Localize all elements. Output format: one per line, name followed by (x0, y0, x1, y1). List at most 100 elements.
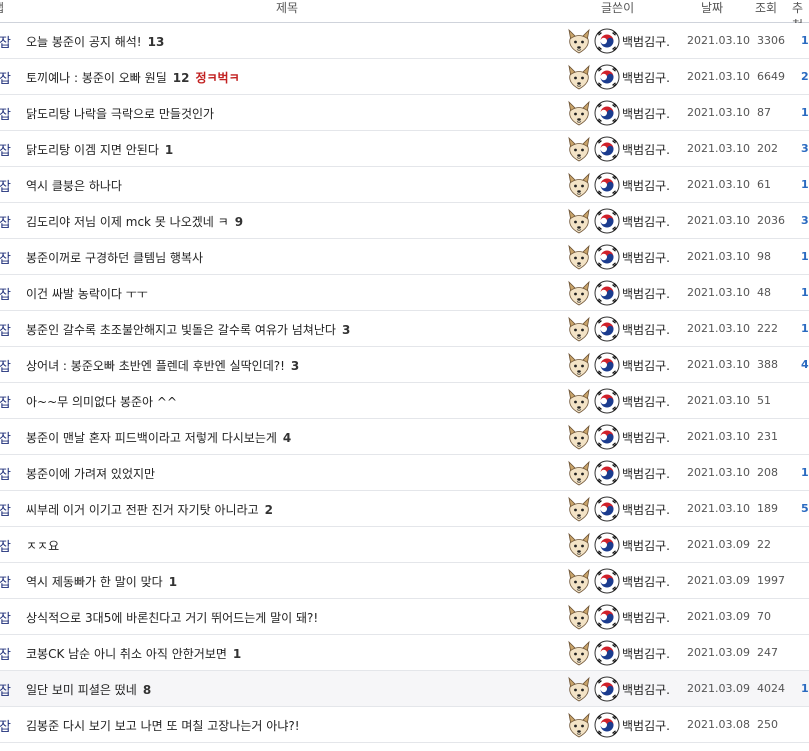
category-label[interactable]: 잡 (0, 572, 11, 591)
comment-count[interactable]: 12 (173, 71, 190, 85)
category-label[interactable]: 잡 (0, 212, 11, 231)
post-title-text[interactable]: 봉준이에 가려져 있었지만 (26, 467, 155, 481)
post-title-link[interactable]: 역시 클붕은 하나다 (26, 177, 122, 194)
post-title-text[interactable]: 오늘 봉준이 공지 해석! (26, 35, 142, 49)
category-label[interactable]: 잡 (0, 356, 11, 375)
dog-face-icon[interactable] (566, 28, 592, 54)
korea-flag-icon[interactable] (594, 532, 620, 558)
korea-flag-icon[interactable] (594, 352, 620, 378)
korea-flag-icon[interactable] (594, 460, 620, 486)
post-title-link[interactable]: ㅈㅈ요 (26, 537, 59, 554)
post-title-link[interactable]: 역시 제동빠가 한 말이 맞다 1 (26, 573, 177, 590)
post-title-link[interactable]: 봉준이꺼로 구경하던 클템님 행복사 (26, 249, 203, 266)
korea-flag-icon[interactable] (594, 244, 620, 270)
korea-flag-icon[interactable] (594, 64, 620, 90)
category-label[interactable]: 잡 (0, 68, 11, 87)
table-row[interactable]: 잡 봉준이꺼로 구경하던 클템님 행복사 백범김구. 2021.03.10 98 1 (0, 239, 809, 275)
category-label[interactable]: 잡 (0, 248, 11, 267)
post-title-link[interactable]: 김도리야 저님 이제 mck 못 나오겠네 ㅋ 9 (26, 213, 243, 230)
post-title-link[interactable]: 오늘 봉준이 공지 해석! 13 (26, 33, 164, 50)
dog-face-icon[interactable] (566, 424, 592, 450)
comment-count[interactable]: 8 (143, 683, 151, 697)
korea-flag-icon[interactable] (594, 496, 620, 522)
dog-face-icon[interactable] (566, 100, 592, 126)
post-title-text[interactable]: 일단 보미 피셜은 떴네 (26, 683, 137, 697)
writer-name[interactable]: 백범김구. (622, 321, 670, 338)
dog-face-icon[interactable] (566, 172, 592, 198)
korea-flag-icon[interactable] (594, 28, 620, 54)
dog-face-icon[interactable] (566, 388, 592, 414)
table-row[interactable]: 잡 닭도리탕 이겜 지면 안된다 1 백범김구. 2021.03.10 202 3 (0, 131, 809, 167)
post-title-text[interactable]: 김도리야 저님 이제 mck 못 나오겠네 ㅋ (26, 215, 229, 229)
dog-face-icon[interactable] (566, 496, 592, 522)
comment-count[interactable]: 1 (233, 647, 241, 661)
category-label[interactable]: 잡 (0, 680, 11, 699)
post-title-link[interactable]: 코봉CK 남순 아니 취소 아직 안한거보면 1 (26, 645, 241, 662)
category-label[interactable]: 잡 (0, 104, 11, 123)
post-title-link[interactable]: 이건 싸발 농락이다 ㅜㅜ (26, 285, 148, 302)
writer-name[interactable]: 백범김구. (622, 105, 670, 122)
category-label[interactable]: 잡 (0, 464, 11, 483)
table-row[interactable]: 잡 김도리야 저님 이제 mck 못 나오겠네 ㅋ 9 백범김구. 2021.03.10… (0, 203, 809, 239)
category-label[interactable]: 잡 (0, 140, 11, 159)
post-title-text[interactable]: 상식적으로 3대5에 바론친다고 거기 뛰어드는게 말이 돼?! (26, 611, 318, 625)
post-title-text[interactable]: 봉준인 갈수록 초조불안해지고 빛돌은 갈수록 여유가 넘쳐난다 (26, 323, 336, 337)
table-row[interactable]: 잡 닭도리탕 나락을 극락으로 만들것인가 백범김구. 2021.03.10 87 1 (0, 95, 809, 131)
table-row[interactable]: 잡 봉준인 갈수록 초조불안해지고 빛돌은 갈수록 여유가 넘쳐난다 3 백범김구. 2… (0, 311, 809, 347)
table-row[interactable]: 잡 상어녀 : 봉준오빠 초반엔 플렌데 후반엔 실딱인데?! 3 백범김구. 2021… (0, 347, 809, 383)
dog-face-icon[interactable] (566, 136, 592, 162)
writer-name[interactable]: 백범김구. (622, 573, 670, 590)
writer-name[interactable]: 백범김구. (622, 501, 670, 518)
korea-flag-icon[interactable] (594, 568, 620, 594)
writer-name[interactable]: 백범김구. (622, 465, 670, 482)
korea-flag-icon[interactable] (594, 640, 620, 666)
post-title-link[interactable]: 봉준이 맨날 혼자 피드백이라고 저렇게 다시보는게 4 (26, 429, 291, 446)
korea-flag-icon[interactable] (594, 136, 620, 162)
table-row[interactable]: 잡 씨부레 이거 이기고 전판 진거 자기탓 아니라고 2 백범김구. 2021.03.… (0, 491, 809, 527)
comment-count[interactable]: 3 (291, 359, 299, 373)
dog-face-icon[interactable] (566, 352, 592, 378)
post-title-link[interactable]: 김봉준 다시 보기 보고 나면 또 며칠 고장나는거 아냐?! (26, 717, 300, 734)
post-title-text[interactable]: 역시 클붕은 하나다 (26, 179, 122, 193)
table-row[interactable]: 잡 오늘 봉준이 공지 해석! 13 백범김구. 2021.03.10 3306 11 (0, 23, 809, 59)
table-row[interactable]: 잡 토끼예나 : 봉준이 오빠 원딜 12 정ㅋ벅ㅋ 백범김구. 2021.03.10 66… (0, 59, 809, 95)
post-title-text[interactable]: 봉준이 맨날 혼자 피드백이라고 저렇게 다시보는게 (26, 431, 277, 445)
table-row[interactable]: 잡 이건 싸발 농락이다 ㅜㅜ 백범김구. 2021.03.10 48 1 (0, 275, 809, 311)
writer-name[interactable]: 백범김구. (622, 177, 670, 194)
post-title-text[interactable]: ㅈㅈ요 (26, 539, 59, 553)
writer-name[interactable]: 백범김구. (622, 609, 670, 626)
dog-face-icon[interactable] (566, 64, 592, 90)
category-label[interactable]: 잡 (0, 32, 11, 51)
post-title-link[interactable]: 씨부레 이거 이기고 전판 진거 자기탓 아니라고 2 (26, 501, 273, 518)
post-title-link[interactable]: 일단 보미 피셜은 떴네 8 (26, 681, 151, 698)
writer-name[interactable]: 백범김구. (622, 285, 670, 302)
dog-face-icon[interactable] (566, 280, 592, 306)
table-row[interactable]: 잡 봉준이 맨날 혼자 피드백이라고 저렇게 다시보는게 4 백범김구. 2021.03… (0, 419, 809, 455)
post-title-link[interactable]: 봉준이에 가려져 있었지만 (26, 465, 155, 482)
post-title-text[interactable]: 코봉CK 남순 아니 취소 아직 안한거보면 (26, 647, 227, 661)
table-row[interactable]: 잡 봉준이에 가려져 있었지만 백범김구. 2021.03.10 208 1 (0, 455, 809, 491)
table-row[interactable]: 잡 상식적으로 3대5에 바론친다고 거기 뛰어드는게 말이 돼?! 백범김구. 20… (0, 599, 809, 635)
table-row[interactable]: 잡 역시 클붕은 하나다 백범김구. 2021.03.10 61 1 (0, 167, 809, 203)
category-label[interactable]: 잡 (0, 320, 11, 339)
korea-flag-icon[interactable] (594, 676, 620, 702)
post-title-text[interactable]: 김봉준 다시 보기 보고 나면 또 며칠 고장나는거 아냐?! (26, 719, 300, 733)
table-row[interactable]: 잡 김봉준 다시 보기 보고 나면 또 며칠 고장나는거 아냐?! 백범김구. 202… (0, 707, 809, 743)
writer-name[interactable]: 백범김구. (622, 681, 670, 698)
dog-face-icon[interactable] (566, 676, 592, 702)
table-row[interactable]: 잡 코봉CK 남순 아니 취소 아직 안한거보면 1 백범김구. 2021.03.09 2… (0, 635, 809, 671)
post-title-link[interactable]: 닭도리탕 이겜 지면 안된다 1 (26, 141, 173, 158)
korea-flag-icon[interactable] (594, 388, 620, 414)
writer-name[interactable]: 백범김구. (622, 393, 670, 410)
category-label[interactable]: 잡 (0, 716, 11, 735)
category-label[interactable]: 잡 (0, 392, 11, 411)
table-row[interactable]: 잡 아~~무 의미없다 봉준아 ^^ 백범김구. 2021.03.10 51 (0, 383, 809, 419)
post-title-text[interactable]: 닭도리탕 이겜 지면 안된다 (26, 143, 159, 157)
comment-count[interactable]: 1 (169, 575, 177, 589)
korea-flag-icon[interactable] (594, 316, 620, 342)
comment-count[interactable]: 4 (283, 431, 291, 445)
category-label[interactable]: 잡 (0, 500, 11, 519)
post-title-text[interactable]: 닭도리탕 나락을 극락으로 만들것인가 (26, 107, 214, 121)
post-title-link[interactable]: 아~~무 의미없다 봉준아 ^^ (26, 393, 177, 410)
table-row[interactable]: 잡 일단 보미 피셜은 떴네 8 백범김구. 2021.03.09 4024 11 (0, 671, 809, 707)
